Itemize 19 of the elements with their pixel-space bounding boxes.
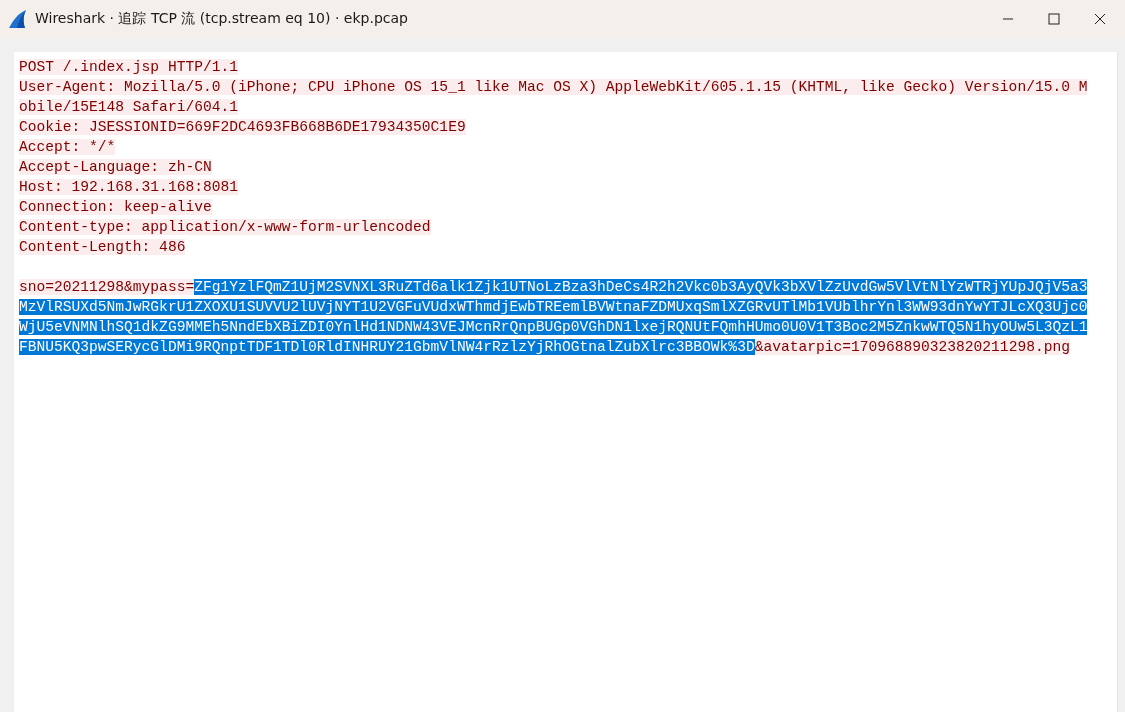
- selected-text: FBNU5KQ3pwSERycGlDMi9RQnptTDF1TDl0RldINHRUY21GbmVlNW4rRzlzYjRhOGtnalZubXlrc3BBOWk%3D: [19, 339, 755, 355]
- window-title: Wireshark · 追踪 TCP 流 (tcp.stream eq 10) · ekp.pcap: [35, 9, 409, 28]
- stream-text: Host: 192.168.31.168:8081: [19, 179, 238, 195]
- stream-text: Content-type: application/x-www-form-urlencoded: [19, 219, 431, 235]
- selected-text: ZFg1YzlFQmZ1UjM2SVNXL3RuZTd6alk1Zjk1UTNoLzBza3hDeCs4R2h2Vkc0b3AyQVk3bXVlZzUvdGw5VlVtNlYzWTRjYUpJQjV5a3: [194, 279, 1088, 295]
- shark-fin-icon: [8, 8, 28, 29]
- selected-text: MzVlRSUXd5NmJwRGkrU1ZXOXU1SUVVU2lUVjNYT1U2VGFuVUdxWThmdjEwbTREemlBVWtnaFZDMUxqSmlXZGRvUTlMb1VUblhrYnl3WW93dnYwYTJLcXQ3Ujc0: [19, 299, 1088, 315]
- stream-text: &avatarpic=170968890323820211298.png: [754, 339, 1070, 355]
- maximize-icon: [1048, 12, 1060, 25]
- stream-text: Content-Length: 486: [19, 239, 186, 255]
- stream-text: Accept: */*: [19, 139, 116, 155]
- stream-text: User-Agent: Mozilla/5.0 (iPhone; CPU iPhone OS 15_1 like Mac OS X) AppleWebKit/605.1.15 (KHTML, like Gecko) Version/15.0 M: [19, 79, 1088, 95]
- stream-text: Accept-Language: zh-CN: [19, 159, 212, 175]
- stream-text: POST /.index.jsp HTTP/1.1: [19, 59, 238, 75]
- stream-text: obile/15E148 Safari/604.1: [19, 99, 238, 115]
- close-icon: [1094, 12, 1106, 25]
- stream-text: Cookie: JSESSIONID=669F2DC4693FB668B6DE17934350C1E9: [19, 119, 466, 135]
- selected-text: WjU5eVNMNlhSQ1dkZG9MMEh5NndEbXBiZDI0YnlHd1NDNW43VEJMcnRrQnpBUGp0VGhDN1lxejRQNUtFQmhHUmo0U0V1T3Boc2M5ZnkwWTQ5N1hyOUw5L3QzL1: [19, 319, 1088, 335]
- stream-text: Connection: keep-alive: [19, 199, 212, 215]
